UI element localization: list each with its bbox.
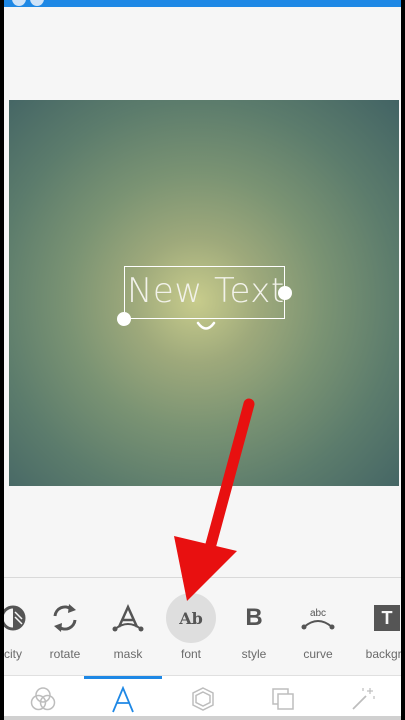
text-tools-toolbar: city rotate mask Ab font B style abc cur… <box>4 577 401 675</box>
text-layer-box[interactable]: New Text <box>124 266 285 319</box>
magic-wand-icon <box>352 687 375 710</box>
bottom-navigation <box>4 675 401 720</box>
status-icon <box>30 0 44 6</box>
tool-mask[interactable]: mask <box>97 578 159 676</box>
nav-layers[interactable] <box>244 676 322 720</box>
tool-font[interactable]: Ab font <box>160 578 222 676</box>
curve-icon-text: abc <box>310 608 326 619</box>
font-icon-glyph: Ab <box>179 608 203 628</box>
background-icon-glyph: T <box>374 605 400 631</box>
resize-handle[interactable] <box>278 286 292 300</box>
curve-handle-icon[interactable] <box>195 320 217 334</box>
tool-background[interactable]: T backgro <box>356 578 401 676</box>
status-icon <box>12 0 26 6</box>
tool-label: backgro <box>365 647 401 661</box>
font-icon: Ab <box>166 593 216 643</box>
canvas-bottom-margin <box>4 486 401 577</box>
tool-curve[interactable]: abc curve <box>287 578 349 676</box>
opacity-icon <box>4 598 33 638</box>
nav-text[interactable] <box>84 676 162 720</box>
tool-style[interactable]: B style <box>223 578 285 676</box>
mask-icon <box>108 598 148 638</box>
curve-icon: abc <box>298 598 338 638</box>
tool-rotate[interactable]: rotate <box>34 578 96 676</box>
rotate-icon <box>45 598 85 638</box>
image-canvas[interactable]: New Text <box>9 100 399 486</box>
blend-icon <box>30 686 56 710</box>
rotate-handle[interactable] <box>117 312 131 326</box>
nav-blend[interactable] <box>4 676 82 720</box>
bold-icon: B <box>234 598 274 638</box>
status-bar <box>4 0 401 7</box>
layers-icon <box>272 687 294 710</box>
bottom-edge <box>4 716 401 720</box>
text-icon <box>112 686 134 713</box>
bold-icon-glyph: B <box>245 604 263 631</box>
top-area <box>4 7 401 100</box>
screen: New Text city rotate mask Ab font B styl… <box>4 0 401 720</box>
nav-shape[interactable] <box>164 676 242 720</box>
background-icon: T <box>367 598 401 638</box>
text-layer-content: New Text <box>127 271 285 311</box>
shape-icon <box>192 686 214 711</box>
nav-magic-wand[interactable] <box>324 676 401 720</box>
